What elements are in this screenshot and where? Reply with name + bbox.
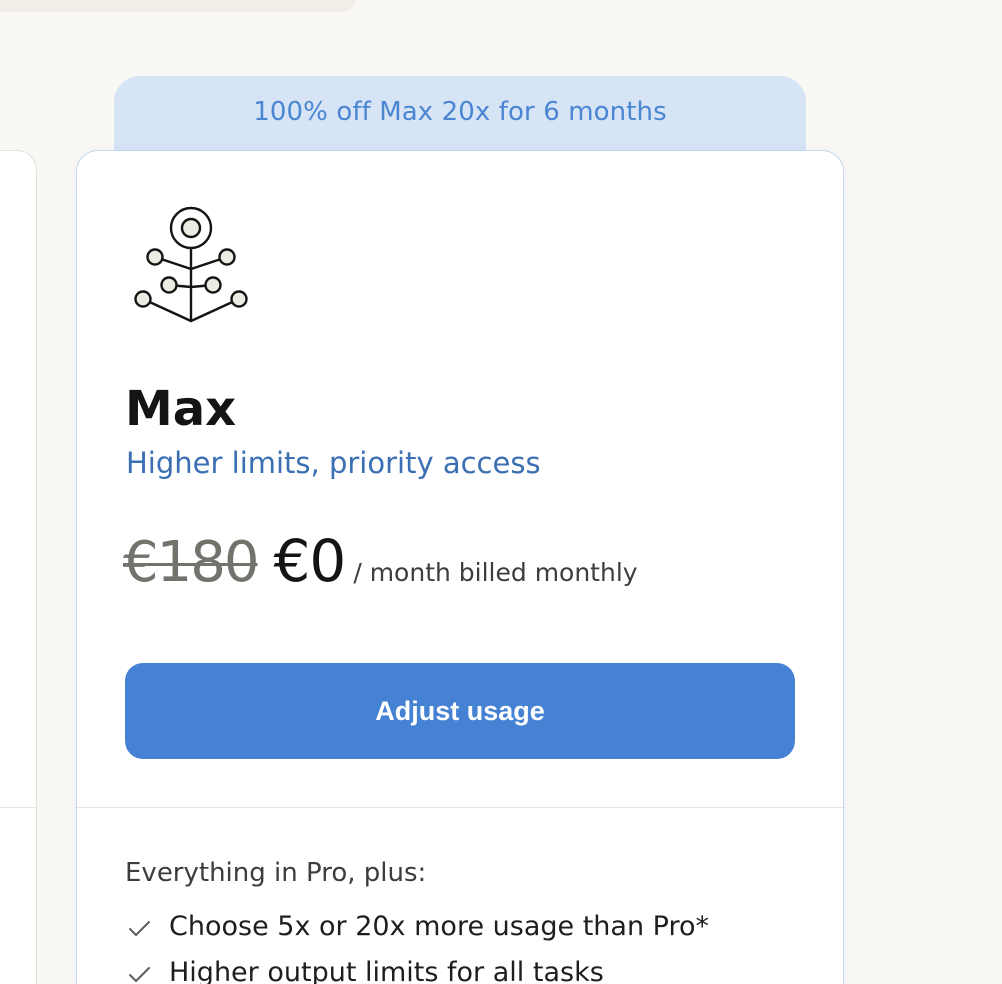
original-price: €180	[123, 530, 260, 595]
check-icon	[129, 921, 150, 936]
feature-item: Higher output limits for all tasks	[125, 949, 709, 984]
feature-text: Higher output limits for all tasks	[169, 956, 604, 984]
top-tab-pill	[0, 0, 356, 12]
max-plan-card: Max Higher limits, priority access €180 …	[76, 150, 844, 984]
plan-name: Max	[125, 381, 237, 437]
current-price: €0	[273, 527, 347, 595]
plan-tagline: Higher limits, priority access	[126, 446, 541, 480]
feature-item: Choose 5x or 20x more usage than Pro*	[125, 903, 709, 949]
billing-period: / month billed monthly	[353, 558, 638, 587]
adjust-usage-button[interactable]: Adjust usage	[125, 663, 795, 759]
adjacent-plan-card	[0, 150, 37, 984]
check-icon	[129, 967, 150, 982]
adjacent-card-divider	[0, 807, 36, 808]
feature-text: Choose 5x or 20x more usage than Pro*	[169, 910, 709, 942]
card-divider	[77, 807, 843, 808]
branching-tree-icon	[134, 206, 248, 323]
price-row: €180 €0 / month billed monthly	[123, 527, 638, 595]
features-heading: Everything in Pro, plus:	[125, 858, 427, 888]
features-list: Choose 5x or 20x more usage than Pro* Hi…	[125, 903, 709, 984]
